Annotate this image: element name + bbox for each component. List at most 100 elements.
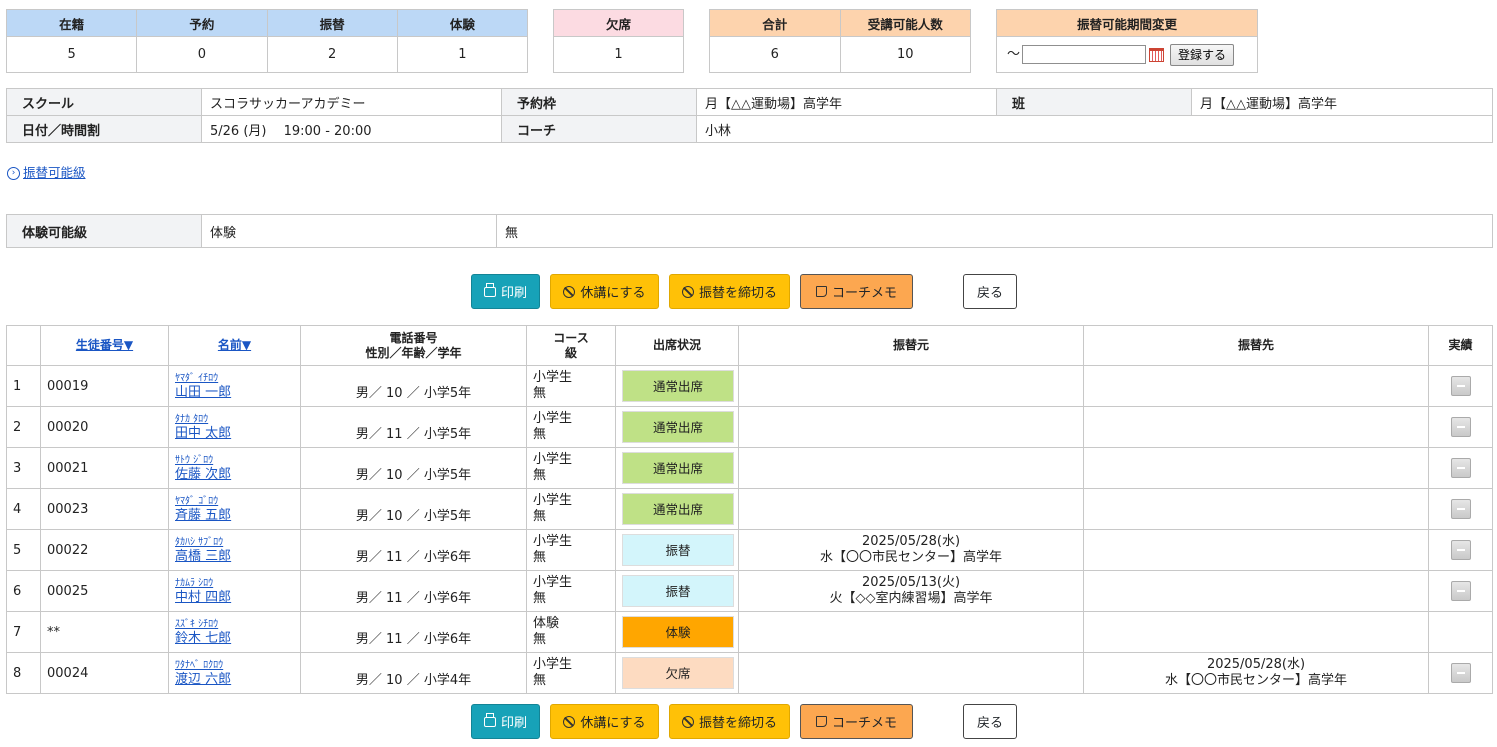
back-label: 戻る: [976, 286, 1003, 301]
attendance-status-button[interactable]: 欠席: [622, 657, 734, 689]
student-id: 00025: [40, 570, 169, 612]
print-button[interactable]: 印刷: [471, 274, 540, 309]
trial-class-table: 体験可能級 体験 無: [6, 214, 1493, 248]
enrolled-label: 在籍: [5, 9, 138, 37]
student-name-cell: ﾜﾀﾅﾍﾞ ﾛｸﾛｳ 渡辺 六郎: [168, 652, 301, 694]
minus-icon[interactable]: [1450, 540, 1471, 560]
student-id: **: [40, 611, 169, 653]
close-transfer-button[interactable]: 振替を締切る: [669, 704, 790, 739]
coach-memo-label: コーチメモ: [831, 286, 897, 301]
student-name-link[interactable]: 田中 太郎: [175, 426, 294, 441]
absent-count: 1: [553, 36, 684, 73]
course-grade-cell: 小学生無: [526, 529, 616, 571]
minus-icon[interactable]: [1450, 417, 1471, 437]
student-name-link[interactable]: 高橋 三郎: [175, 549, 294, 564]
grade-value: 無: [533, 427, 547, 442]
transfer-to-place: 水【〇〇市民センター】高学年: [1164, 673, 1347, 688]
student-name-cell: ﾔﾏﾀﾞ ｺﾞﾛｳ 斉藤 五郎: [168, 488, 301, 530]
student-name-link[interactable]: 佐藤 次郎: [175, 467, 294, 482]
student-demographic: 男／ 11 ／ 小学6年: [300, 529, 527, 571]
table-row: 2 00020 ﾀﾅｶ ﾀﾛｳ 田中 太郎 男／ 11 ／ 小学5年 小学生無通常出席: [6, 406, 1493, 448]
minus-icon[interactable]: [1450, 663, 1471, 683]
student-kana-link[interactable]: ﾀﾅｶ ﾀﾛｳ: [175, 413, 294, 426]
result-cell: [1428, 488, 1493, 530]
calendar-icon[interactable]: [1149, 47, 1165, 62]
student-name-link[interactable]: 山田 一郎: [175, 385, 294, 400]
transfer-from-cell: 2025/05/13(火) 火【◇◇室内練習場】高学年: [738, 570, 1084, 612]
student-name-link[interactable]: 渡辺 六郎: [175, 672, 294, 687]
coach-value: 小林: [696, 115, 1493, 143]
student-id: 00024: [40, 652, 169, 694]
course-value: 小学生: [533, 657, 573, 672]
coach-memo-button[interactable]: コーチメモ: [800, 274, 913, 309]
row-number: 3: [6, 447, 41, 489]
trial-class-value: 体験: [201, 214, 497, 248]
student-kana-link[interactable]: ﾔﾏﾀﾞ ｲﾁﾛｳ: [175, 372, 294, 385]
row-number: 4: [6, 488, 41, 530]
transfer-class-toggle[interactable]: › 振替可能級: [7, 162, 86, 181]
cancel-class-button[interactable]: 休講にする: [550, 274, 659, 309]
period-date-input[interactable]: [1022, 45, 1147, 65]
student-kana-link[interactable]: ｻﾄｳ ｼﾞﾛｳ: [175, 454, 294, 467]
attendance-cell: 振替: [615, 529, 739, 571]
student-name-cell: ﾀﾅｶ ﾀﾛｳ 田中 太郎: [168, 406, 301, 448]
student-kana-link[interactable]: ﾅｶﾑﾗ ｼﾛｳ: [175, 577, 294, 590]
transfer-from-cell: [738, 611, 1084, 653]
sort-student-no[interactable]: 生徒番号▼: [76, 338, 133, 352]
transfer-from-cell: [738, 365, 1084, 407]
sort-name[interactable]: 名前▼: [218, 338, 251, 352]
back-button[interactable]: 戻る: [963, 704, 1017, 739]
col-course: コース: [553, 331, 589, 346]
minus-icon[interactable]: [1450, 499, 1471, 519]
cancel-class-label: 休講にする: [580, 286, 646, 301]
attendance-status-button[interactable]: 振替: [622, 575, 734, 607]
action-bar-bottom: 印刷 休講にする 振替を締切る コーチメモ 戻る: [0, 704, 1497, 740]
transfer-to-cell: [1083, 570, 1429, 612]
student-kana-link[interactable]: ﾔﾏﾀﾞ ｺﾞﾛｳ: [175, 495, 294, 508]
student-name-link[interactable]: 中村 四郎: [175, 590, 294, 605]
table-row: 1 00019 ﾔﾏﾀﾞ ｲﾁﾛｳ 山田 一郎 男／ 10 ／ 小学5年 小学生無通常出席: [6, 365, 1493, 407]
transfer-to-cell: 2025/05/28(水) 水【〇〇市民センター】高学年: [1083, 652, 1429, 694]
transfer-from-place: 水【〇〇市民センター】高学年: [819, 550, 1002, 565]
print-button[interactable]: 印刷: [471, 704, 540, 739]
reserved-label: 予約: [136, 9, 268, 37]
attendance-status-button[interactable]: 通常出席: [622, 370, 734, 402]
table-row: 6 00025 ﾅｶﾑﾗ ｼﾛｳ 中村 四郎 男／ 11 ／ 小学6年 小学生無振替 202…: [6, 570, 1493, 612]
enrolled-count: 5: [5, 36, 138, 73]
register-button[interactable]: 登録する: [1170, 43, 1235, 66]
attendance-cell: 通常出席: [615, 365, 739, 407]
grade-value: 無: [533, 591, 547, 606]
minus-icon[interactable]: [1450, 458, 1471, 478]
attendance-cell: 振替: [615, 570, 739, 612]
attendance-status-button[interactable]: 振替: [622, 534, 734, 566]
course-value: 小学生: [533, 452, 573, 467]
student-name-link[interactable]: 斉藤 五郎: [175, 508, 294, 523]
student-demographic: 男／ 11 ／ 小学5年: [300, 406, 527, 448]
printer-icon: [483, 282, 496, 297]
attendance-cell: 体験: [615, 611, 739, 653]
student-name-cell: ｽｽﾞｷ ｼﾁﾛｳ 鈴木 七郎: [168, 611, 301, 653]
minus-icon[interactable]: [1450, 376, 1471, 396]
coach-memo-button[interactable]: コーチメモ: [800, 704, 913, 739]
close-transfer-button[interactable]: 振替を締切る: [669, 274, 790, 309]
back-button[interactable]: 戻る: [963, 274, 1017, 309]
school-value: スコラサッカーアカデミー: [201, 88, 502, 116]
table-row: 5 00022 ﾀｶﾊｼ ｻﾌﾞﾛｳ 高橋 三郎 男／ 11 ／ 小学6年 小学生無振替 2…: [6, 529, 1493, 571]
period-change-form: ～ 登録する: [996, 36, 1258, 73]
course-value: 小学生: [533, 575, 573, 590]
student-kana-link[interactable]: ｽｽﾞｷ ｼﾁﾛｳ: [175, 618, 294, 631]
student-demographic: 男／ 10 ／ 小学5年: [300, 488, 527, 530]
transfer-class-link[interactable]: 振替可能級: [23, 165, 86, 180]
student-kana-link[interactable]: ﾜﾀﾅﾍﾞ ﾛｸﾛｳ: [175, 659, 294, 672]
attendance-status-button[interactable]: 通常出席: [622, 493, 734, 525]
attendance-status-button[interactable]: 通常出席: [622, 411, 734, 443]
student-id: 00019: [40, 365, 169, 407]
student-kana-link[interactable]: ﾀｶﾊｼ ｻﾌﾞﾛｳ: [175, 536, 294, 549]
attendance-status-button[interactable]: 体験: [622, 616, 734, 648]
col-no: [6, 325, 41, 366]
attendance-status-button[interactable]: 通常出席: [622, 452, 734, 484]
student-name-link[interactable]: 鈴木 七郎: [175, 631, 294, 646]
cancel-class-button[interactable]: 休講にする: [550, 704, 659, 739]
col-phone-demographic: 電話番号 性別／年齢／学年: [300, 325, 527, 366]
minus-icon[interactable]: [1450, 581, 1471, 601]
